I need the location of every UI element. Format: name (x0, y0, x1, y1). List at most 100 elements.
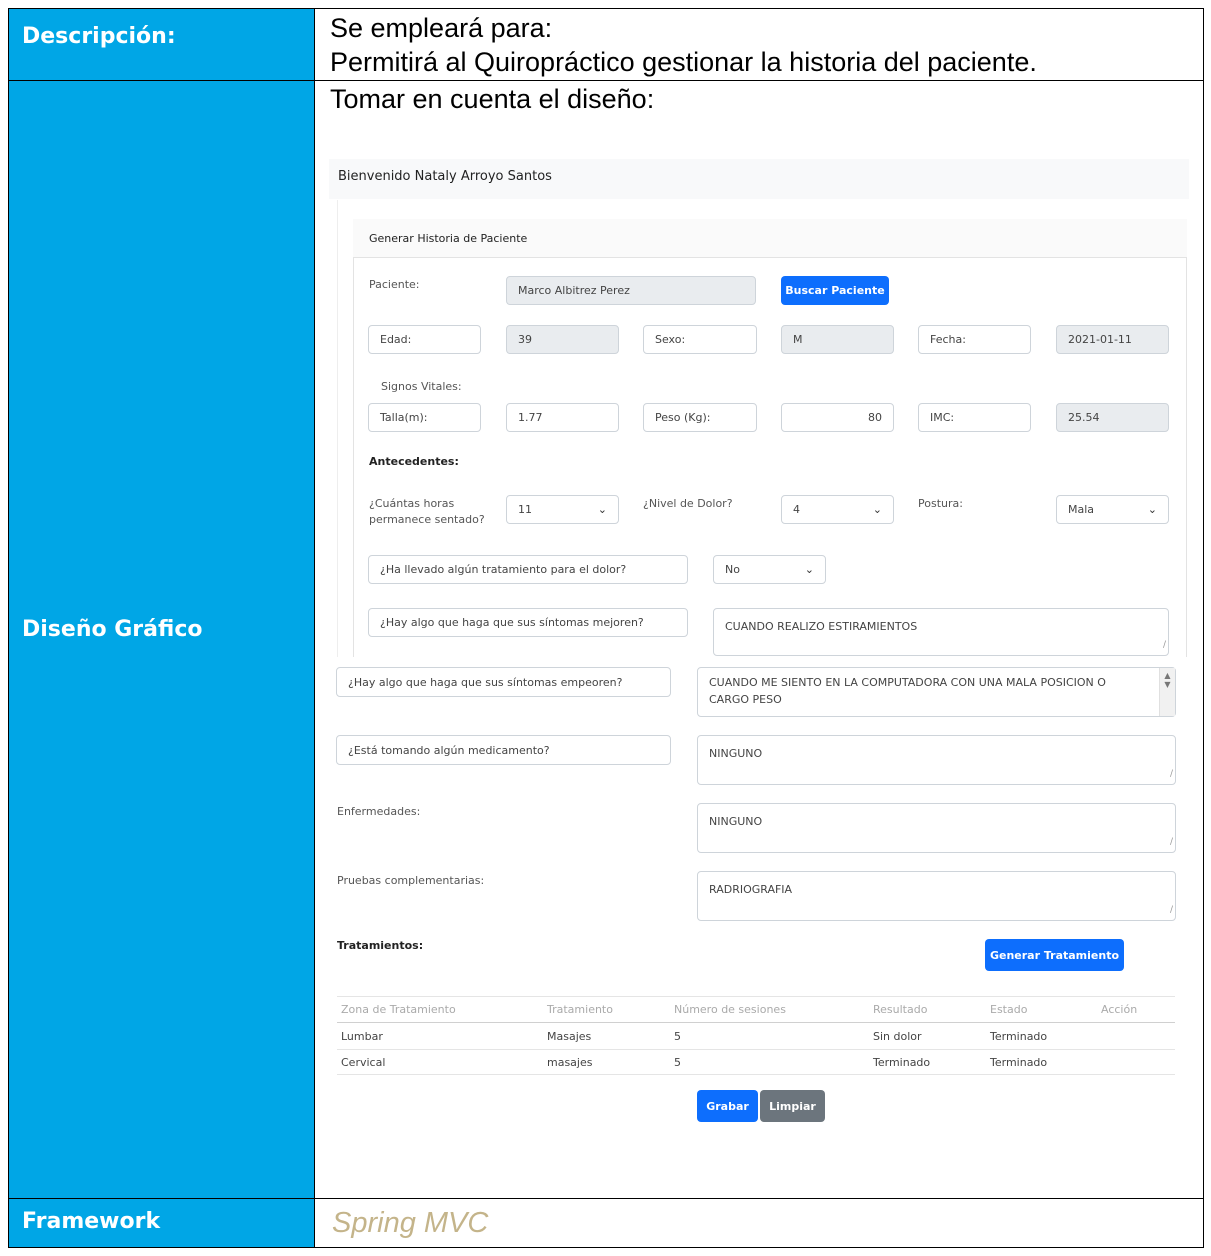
table-cell: Lumbar (341, 1030, 383, 1043)
chevron-down-icon: ⌄ (872, 503, 882, 516)
table-top-rule (337, 996, 1175, 997)
height-label-box: Talla(m): (368, 403, 481, 432)
resize-handle-icon: ∕ (1169, 905, 1173, 915)
table-cell: Cervical (341, 1056, 386, 1069)
resize-handle-icon: ∕ (1169, 769, 1173, 779)
label-cell: Descripción: (9, 9, 315, 80)
table-row-rule (337, 1074, 1175, 1075)
row-descripcion: Descripción: Se empleará para: Permitirá… (8, 8, 1204, 81)
history-card (353, 219, 1187, 657)
table-header: Resultado (873, 1003, 928, 1016)
improve-question-box: ¿Hay algo que haga que sus síntomas mejo… (368, 608, 688, 637)
treatment-select[interactable]: No ⌄ (713, 555, 826, 584)
row-label: Diseño Gráfico (22, 617, 203, 642)
worsen-textarea[interactable]: CUANDO ME SIENTO EN LA COMPUTADORA CON U… (697, 667, 1176, 717)
tests-label: Pruebas complementarias: (337, 874, 485, 887)
resize-handle-icon: ∕ (1162, 640, 1166, 650)
age-label-box: Edad: (368, 325, 481, 354)
posture-value: Mala (1068, 503, 1095, 516)
design-mockup: Bienvenido Nataly Arroyo Santos Generar … (315, 81, 1205, 1199)
table-header: Tratamiento (547, 1003, 613, 1016)
clear-button[interactable]: Limpiar (760, 1090, 825, 1122)
worsen-text-line: CARGO PESO (709, 693, 782, 706)
label-cell: Framework (9, 1199, 315, 1247)
row-diseno-grafico: Diseño Gráfico Tomar en cuenta el diseño… (8, 80, 1204, 1199)
height-field[interactable]: 1.77 (506, 403, 619, 432)
table-cell: Masajes (547, 1030, 592, 1043)
content-cell: Tomar en cuenta el diseño: Bienvenido Na… (315, 81, 1203, 1198)
textarea-scrollbar[interactable]: ▲ ▼ (1159, 668, 1175, 716)
scroll-arrows-icon: ▲ ▼ (1164, 671, 1171, 689)
table-header: Acción (1101, 1003, 1138, 1016)
bmi-field[interactable]: 25.54 (1056, 403, 1169, 432)
table-header: Número de sesiones (674, 1003, 786, 1016)
diseases-label: Enfermedades: (337, 805, 421, 818)
hours-seated-label: ¿Cuántas horas permanece sentado? (369, 496, 485, 528)
hours-seated-value: 11 (518, 503, 532, 516)
patient-label: Paciente: (369, 278, 420, 291)
bmi-label-box: IMC: (918, 403, 1031, 432)
save-button[interactable]: Grabar (697, 1090, 758, 1122)
improve-text: CUANDO REALIZO ESTIRAMIENTOS (725, 620, 918, 633)
worsen-question-box: ¿Hay algo que haga que sus síntomas empe… (336, 667, 671, 697)
medication-text: NINGUNO (709, 747, 763, 760)
row-label: Framework (22, 1209, 161, 1234)
background-heading: Antecedentes: (369, 455, 459, 468)
chevron-down-icon: ⌄ (804, 563, 814, 576)
welcome-text: Bienvenido Nataly Arroyo Santos (338, 169, 552, 184)
treatment-question-box: ¿Ha llevado algún tratamiento para el do… (368, 555, 688, 584)
hours-seated-label-line: ¿Cuántas horas (369, 497, 455, 510)
resize-handle-icon: ∕ (1169, 837, 1173, 847)
weight-field[interactable]: 80 (781, 403, 894, 432)
date-label-box: Fecha: (918, 325, 1031, 354)
table-cell: 5 (674, 1056, 681, 1069)
diseases-textarea[interactable]: NINGUNO ∕ (697, 803, 1176, 853)
sex-label-box: Sexo: (643, 325, 757, 354)
patient-field[interactable]: Marco Albitrez Perez (506, 276, 756, 305)
spec-table: Descripción: Se empleará para: Permitirá… (8, 8, 1204, 1248)
posture-select[interactable]: Mala ⌄ (1056, 495, 1169, 524)
improve-textarea[interactable]: CUANDO REALIZO ESTIRAMIENTOS ∕ (713, 608, 1169, 656)
framework-value: Spring MVC (332, 1207, 489, 1239)
generate-treatment-button[interactable]: Generar Tratamiento (985, 939, 1124, 971)
treatments-heading: Tratamientos: (337, 939, 424, 952)
row-label: Descripción: (22, 24, 176, 49)
search-patient-button[interactable]: Buscar Paciente (781, 276, 889, 305)
content-cell: Spring MVC (315, 1199, 1203, 1247)
vital-signs-label: Signos Vitales: (381, 380, 462, 393)
tests-text: RADRIOGRAFIA (709, 883, 793, 896)
sex-field[interactable]: M (781, 325, 894, 354)
hours-seated-label-line: permanece sentado? (369, 513, 485, 526)
table-cell: Terminado (990, 1030, 1048, 1043)
content-cell: Se empleará para: Permitirá al Quiroprác… (315, 9, 1203, 80)
age-field[interactable]: 39 (506, 325, 619, 354)
table-cell: Sin dolor (873, 1030, 922, 1043)
date-field[interactable]: 2021-01-11 (1056, 325, 1169, 354)
table-header: Zona de Tratamiento (341, 1003, 456, 1016)
pain-level-select[interactable]: 4 ⌄ (781, 495, 894, 524)
diseases-text: NINGUNO (709, 815, 763, 828)
label-cell: Diseño Gráfico (9, 81, 315, 1198)
treatment-value: No (725, 563, 740, 576)
table-header-rule (337, 1022, 1175, 1023)
table-cell: masajes (547, 1056, 593, 1069)
hours-seated-select[interactable]: 11 ⌄ (506, 495, 619, 524)
weight-label-box: Peso (Kg): (643, 403, 757, 432)
medication-textarea[interactable]: NINGUNO ∕ (697, 735, 1176, 785)
chevron-down-icon: ⌄ (597, 503, 607, 516)
table-row-rule (337, 1049, 1175, 1050)
card-title: Generar Historia de Paciente (369, 232, 528, 245)
posture-label: Postura: (918, 497, 963, 510)
row-framework: Framework Spring MVC (8, 1198, 1204, 1248)
medication-question-box: ¿Está tomando algún medicamento? (336, 735, 671, 765)
worsen-text-line: CUANDO ME SIENTO EN LA COMPUTADORA CON U… (709, 676, 1106, 689)
pain-level-label: ¿Nivel de Dolor? (643, 497, 733, 510)
description-line: Se empleará para: (330, 13, 553, 43)
table-cell: 5 (674, 1030, 681, 1043)
table-cell: Terminado (990, 1056, 1048, 1069)
pain-level-value: 4 (793, 503, 800, 516)
chevron-down-icon: ⌄ (1147, 503, 1157, 516)
table-header: Estado (990, 1003, 1028, 1016)
table-cell: Terminado (873, 1056, 931, 1069)
tests-textarea[interactable]: RADRIOGRAFIA ∕ (697, 871, 1176, 921)
